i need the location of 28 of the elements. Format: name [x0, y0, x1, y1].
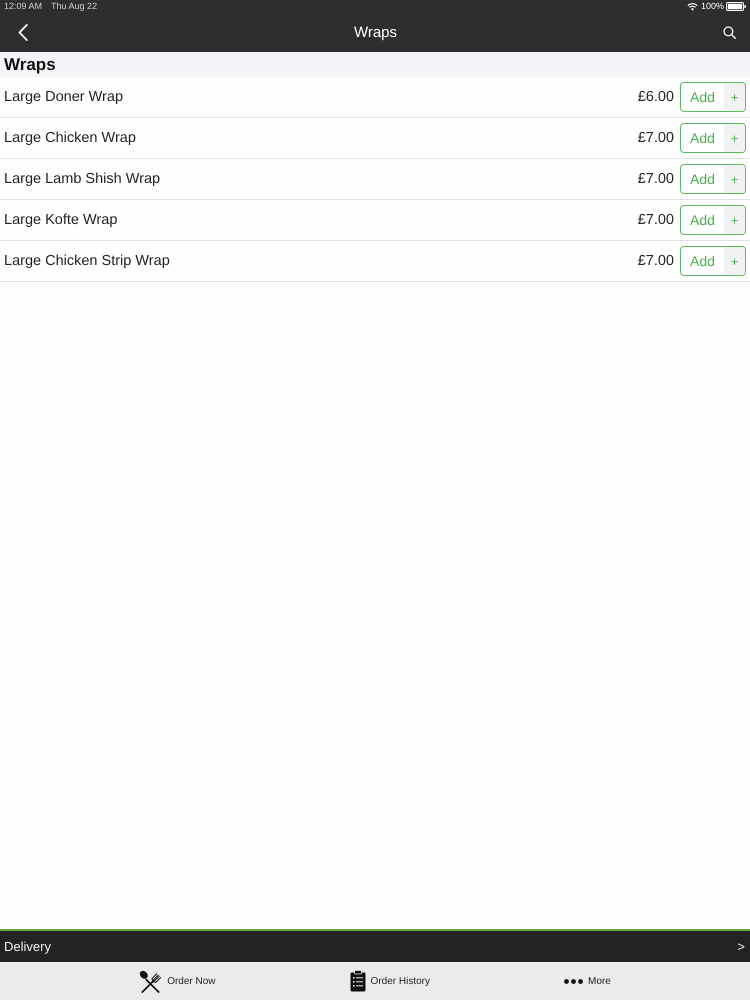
search-icon — [722, 26, 736, 39]
clipboard-list-icon — [350, 970, 366, 992]
item-name: Large Chicken Wrap — [4, 130, 137, 146]
item-name: Large Kofte Wrap — [4, 212, 118, 228]
tab-item[interactable]: Order Now — [139, 970, 216, 992]
delivery-bar[interactable]: Delivery > — [0, 929, 750, 962]
item-name: Large Doner Wrap — [4, 89, 124, 105]
item-price: £7.00 — [638, 130, 674, 146]
status-date: Thu Aug 22 — [51, 1, 98, 12]
nav-title: Wraps — [354, 24, 398, 41]
battery-percent: 100% — [700, 1, 724, 12]
item-price: £7.00 — [638, 171, 674, 187]
back-button[interactable] — [16, 22, 30, 43]
item-price: £7.00 — [638, 212, 674, 228]
item-price: £6.00 — [638, 89, 674, 105]
wifi-icon — [686, 2, 698, 10]
battery-icon — [726, 2, 746, 11]
section-title: Wraps — [4, 54, 56, 74]
spoon-fork-icon — [139, 970, 162, 992]
status-time: 12:09 AM — [4, 1, 42, 12]
item-name: Large Chicken Strip Wrap — [4, 253, 171, 269]
tab-item[interactable]: More — [564, 976, 611, 986]
search-button[interactable] — [720, 24, 738, 41]
tab-item[interactable]: Order History — [350, 970, 430, 992]
item-price: £7.00 — [638, 253, 674, 269]
back-chevron-icon — [18, 24, 28, 41]
item-name: Large Lamb Shish Wrap — [4, 171, 162, 187]
dots-icon — [564, 978, 583, 984]
